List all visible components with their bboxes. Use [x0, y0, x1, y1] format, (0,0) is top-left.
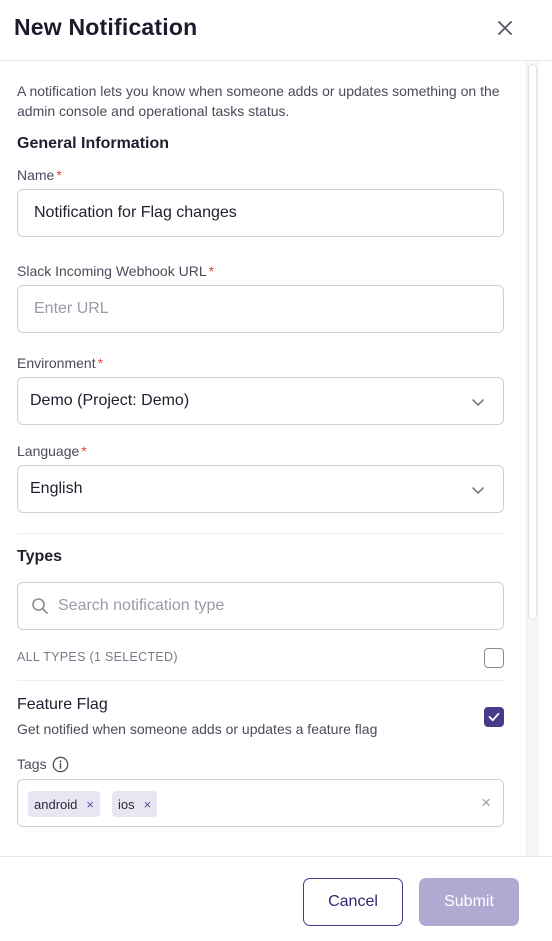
submit-button[interactable]: Submit: [419, 878, 519, 926]
types-heading: Types: [17, 548, 63, 565]
name-input[interactable]: Notification for Flag changes: [17, 189, 504, 237]
general-information-heading: General Information: [17, 135, 170, 152]
dialog-title: New Notification: [14, 14, 198, 40]
tag-chip: android ×: [28, 791, 100, 817]
required-marker: *: [208, 263, 215, 279]
language-select[interactable]: English: [17, 465, 504, 513]
dialog-body: A notification lets you know when someon…: [0, 62, 539, 856]
required-marker: *: [56, 167, 62, 183]
tag-chip: ios ×: [112, 791, 158, 817]
search-placeholder: Search notification type: [58, 597, 225, 614]
section-divider: [17, 680, 504, 681]
dialog-footer: Cancel Submit: [0, 856, 552, 941]
all-types-checkbox[interactable]: [484, 648, 504, 668]
tags-input[interactable]: android × ios × ×: [17, 779, 504, 827]
all-types-label: ALL TYPES (1 SELECTED): [17, 650, 178, 664]
chevron-down-icon: [472, 399, 484, 406]
dialog-description: A notification lets you know when someon…: [17, 83, 500, 119]
environment-selected-value: Demo (Project: Demo): [30, 392, 190, 409]
language-selected-value: English: [30, 480, 83, 497]
tag-remove-icon[interactable]: ×: [144, 797, 152, 812]
close-icon[interactable]: [494, 17, 516, 39]
language-label: Language *: [17, 443, 87, 459]
feature-flag-checkbox[interactable]: [484, 707, 504, 727]
environment-select[interactable]: Demo (Project: Demo): [17, 377, 504, 425]
type-search-input[interactable]: Search notification type: [17, 582, 504, 630]
info-icon[interactable]: [52, 756, 69, 773]
tag-label: android: [34, 796, 78, 812]
webhook-url-label: Slack Incoming Webhook URL *: [17, 263, 215, 279]
webhook-url-input[interactable]: Enter URL: [17, 285, 504, 333]
feature-flag-description: Get notified when someone adds or update…: [17, 721, 378, 737]
chevron-down-icon: [472, 487, 484, 494]
tags-label: Tags: [17, 756, 47, 772]
scrollbar-thumb[interactable]: [528, 64, 537, 620]
tag-label: ios: [118, 796, 135, 812]
clear-icon[interactable]: ×: [481, 793, 491, 813]
checkmark-icon: [488, 712, 500, 722]
section-divider: [17, 533, 504, 534]
dialog-header: New Notification: [0, 0, 552, 61]
environment-label: Environment *: [17, 355, 104, 371]
tag-remove-icon[interactable]: ×: [86, 797, 94, 812]
required-marker: *: [81, 443, 87, 459]
name-label: Name *: [17, 167, 62, 183]
required-marker: *: [97, 355, 104, 371]
feature-flag-title: Feature Flag: [17, 696, 108, 713]
cancel-button[interactable]: Cancel: [303, 878, 403, 926]
search-icon: [32, 598, 48, 614]
